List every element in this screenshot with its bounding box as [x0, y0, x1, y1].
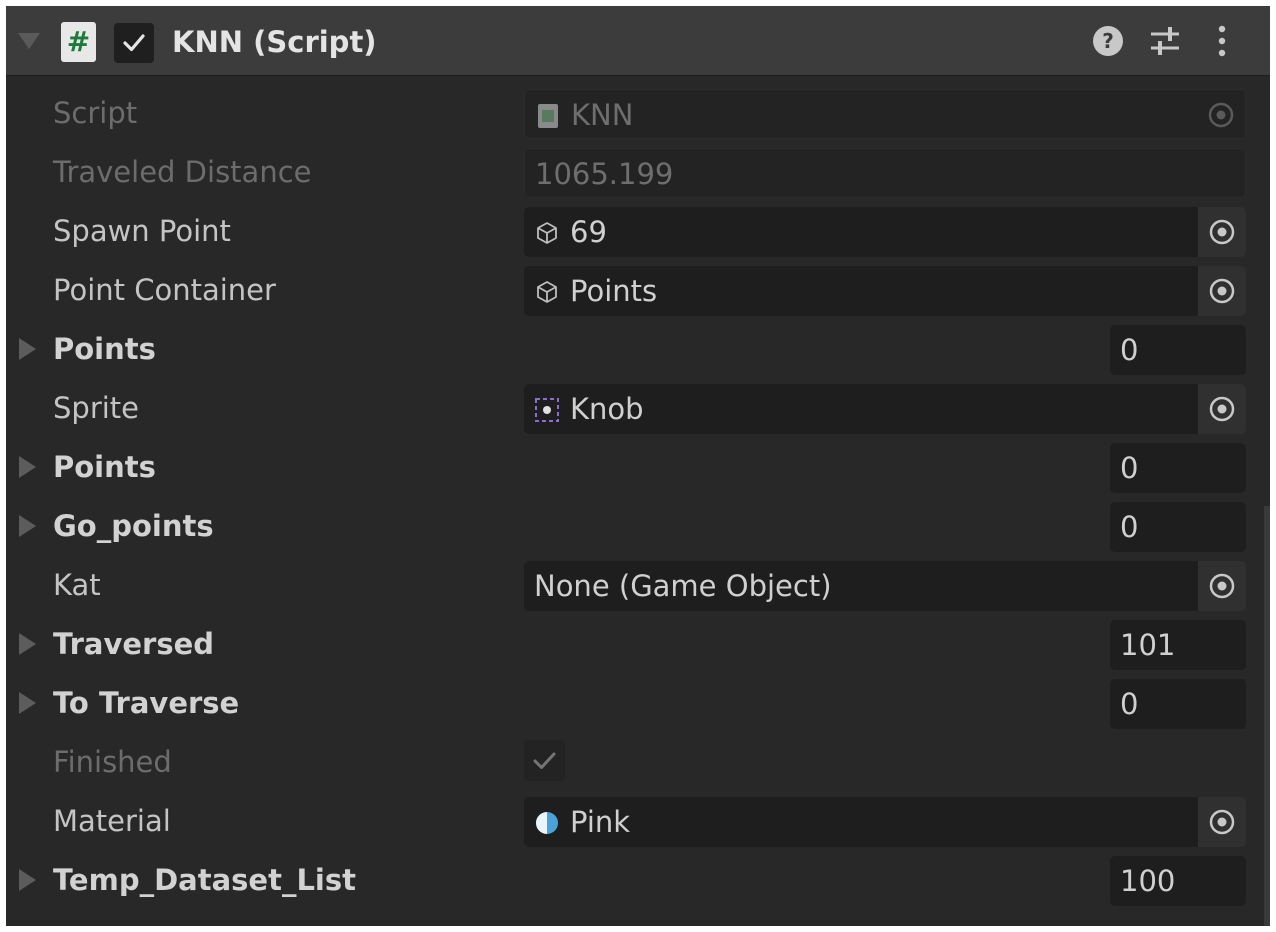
component-title: KNN (Script)	[172, 25, 377, 59]
checkmark-icon	[533, 752, 556, 769]
row-points-list: Points 0	[6, 320, 1270, 379]
expand-arrow-icon[interactable]	[19, 456, 36, 478]
expand-arrow-icon[interactable]	[19, 515, 36, 537]
row-point-container: Point Container Points	[6, 261, 1270, 320]
expand-arrow-icon[interactable]	[19, 869, 36, 891]
row-finished: Finished	[6, 733, 1270, 792]
object-picker-button[interactable]	[1198, 561, 1246, 611]
list-size-field[interactable]: 0	[1110, 443, 1246, 493]
help-icon[interactable]: ?	[1091, 24, 1125, 58]
field-label[interactable]: Traversed	[53, 623, 214, 665]
list-size-field[interactable]: 100	[1110, 856, 1246, 906]
svg-text:?: ?	[1102, 29, 1114, 53]
point-container-field[interactable]: Points	[524, 266, 1246, 316]
field-value: 1065.199	[535, 157, 674, 191]
object-picker-button[interactable]	[1198, 266, 1246, 316]
field-label: Script	[53, 96, 138, 130]
finished-checkbox	[524, 740, 565, 781]
kat-field[interactable]: None (Game Object)	[524, 561, 1246, 611]
field-value: 69	[570, 215, 607, 249]
field-value: 0	[1120, 333, 1139, 367]
row-go-points: Go_points 0	[6, 497, 1270, 556]
field-label: Kat	[53, 568, 101, 602]
field-label: Spawn Point	[53, 214, 231, 248]
field-value: 0	[1120, 510, 1139, 544]
field-label: Traveled Distance	[53, 155, 312, 189]
row-material: Material Pink	[6, 792, 1270, 851]
sprite-icon	[535, 398, 559, 422]
target-icon	[1209, 573, 1235, 599]
field-label: Material	[53, 804, 171, 838]
field-value: None (Game Object)	[534, 569, 832, 603]
expand-arrow-icon[interactable]	[19, 692, 36, 714]
material-field[interactable]: Pink	[524, 797, 1246, 847]
row-traversed: Traversed 101	[6, 615, 1270, 674]
target-icon	[1208, 102, 1234, 128]
material-sphere-icon	[536, 812, 558, 834]
component-header[interactable]: # KNN (Script) ?	[6, 6, 1270, 76]
field-value: 0	[1120, 687, 1139, 721]
presets-icon[interactable]	[1147, 24, 1183, 58]
field-label[interactable]: Points	[53, 446, 156, 488]
row-to-traverse: To Traverse 0	[6, 674, 1270, 733]
field-value: Knob	[570, 392, 644, 426]
target-icon	[1209, 219, 1235, 245]
row-kat: Kat None (Game Object)	[6, 556, 1270, 615]
expand-arrow-icon[interactable]	[19, 633, 36, 655]
collapse-arrow-icon[interactable]	[18, 33, 40, 49]
traveled-distance-field: 1065.199	[524, 148, 1246, 198]
script-field: KNN	[524, 89, 1246, 139]
field-label[interactable]: Go_points	[53, 505, 214, 547]
scrollbar[interactable]	[1264, 506, 1270, 926]
field-label[interactable]: Points	[53, 328, 156, 370]
object-picker-button[interactable]	[1198, 384, 1246, 434]
target-icon	[1209, 278, 1235, 304]
script-file-icon	[538, 104, 558, 128]
component-enabled-checkbox[interactable]	[114, 23, 154, 63]
checkmark-icon	[123, 34, 145, 52]
list-size-field[interactable]: 101	[1110, 620, 1246, 670]
list-size-field[interactable]: 0	[1110, 502, 1246, 552]
object-picker-button[interactable]	[1198, 797, 1246, 847]
row-spawn-point: Spawn Point 69	[6, 202, 1270, 261]
field-value: 0	[1120, 451, 1139, 485]
row-sprite: Sprite Knob	[6, 379, 1270, 438]
target-icon	[1209, 809, 1235, 835]
field-label: Finished	[53, 745, 172, 779]
field-label[interactable]: Temp_Dataset_List	[53, 859, 356, 901]
inspector-component-panel: # KNN (Script) ? Script KNN Traveled Dis…	[6, 6, 1270, 926]
field-value: 100	[1120, 864, 1176, 898]
expand-arrow-icon[interactable]	[19, 338, 36, 360]
field-value: Pink	[570, 805, 631, 839]
field-value: Points	[570, 274, 658, 308]
gameobject-cube-icon	[537, 222, 557, 244]
list-size-field[interactable]: 0	[1110, 325, 1246, 375]
row-traveled-distance: Traveled Distance 1065.199	[6, 143, 1270, 202]
csharp-script-icon: #	[61, 22, 96, 62]
field-label[interactable]: To Traverse	[53, 682, 239, 724]
field-label: Point Container	[53, 273, 276, 307]
row-points-list-2: Points 0	[6, 438, 1270, 497]
row-script: Script KNN	[6, 84, 1270, 143]
sprite-field[interactable]: Knob	[524, 384, 1246, 434]
object-picker-button	[1197, 90, 1245, 138]
target-icon	[1209, 396, 1235, 422]
list-size-field[interactable]: 0	[1110, 679, 1246, 729]
field-label: Sprite	[53, 391, 140, 425]
gameobject-cube-icon	[537, 281, 557, 303]
field-value: KNN	[571, 98, 634, 132]
field-value: 101	[1120, 628, 1176, 662]
spawn-point-field[interactable]: 69	[524, 207, 1246, 257]
row-temp-dataset-list: Temp_Dataset_List 100	[6, 851, 1270, 910]
more-menu-icon[interactable]	[1212, 24, 1232, 58]
object-picker-button[interactable]	[1198, 207, 1246, 257]
